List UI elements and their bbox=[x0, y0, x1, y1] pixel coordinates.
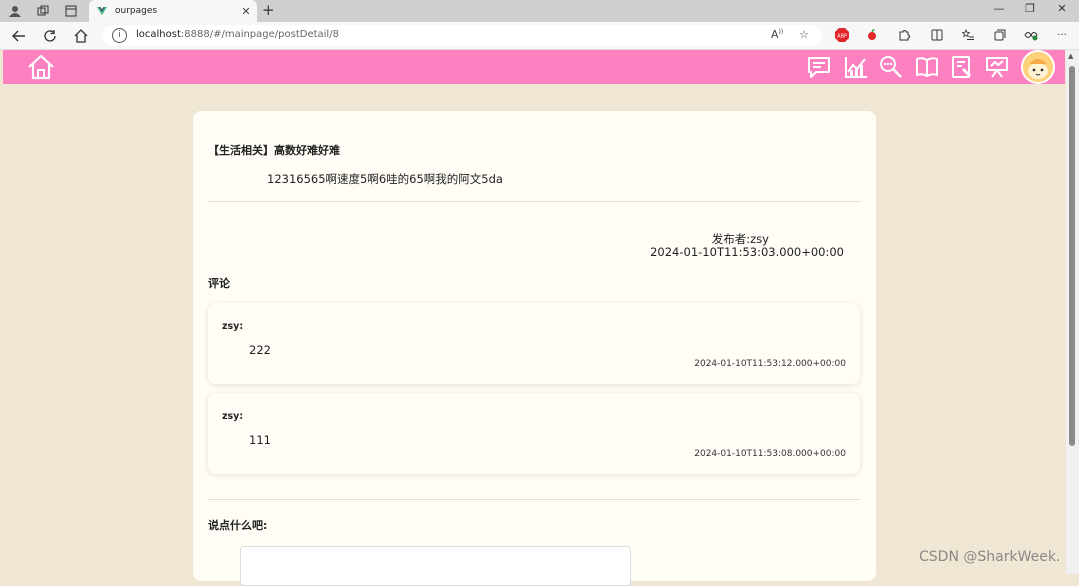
document-icon[interactable] bbox=[950, 55, 974, 79]
browser-tab-bar: ourpages ✕ + — ❐ ✕ bbox=[0, 0, 1079, 22]
comment-body: 111 bbox=[249, 433, 271, 447]
post-publish-time: 2024-01-10T11:53:03.000+00:00 bbox=[650, 245, 844, 259]
extensions-puzzle-icon[interactable] bbox=[896, 27, 912, 43]
split-screen-icon[interactable] bbox=[929, 27, 945, 43]
adblock-icon[interactable]: ABP bbox=[834, 27, 850, 43]
collections-icon[interactable] bbox=[992, 27, 1008, 43]
comment-input[interactable] bbox=[240, 546, 631, 586]
comments-heading: 评论 bbox=[208, 277, 230, 290]
tab-close-icon[interactable]: ✕ bbox=[239, 5, 253, 18]
vue-logo-icon bbox=[97, 7, 107, 15]
comment-card: zsy: 222 2024-01-10T11:53:12.000+00:00 bbox=[208, 303, 860, 384]
chat-icon[interactable] bbox=[807, 55, 831, 79]
divider bbox=[208, 499, 861, 500]
presentation-icon[interactable] bbox=[985, 55, 1009, 79]
user-avatar[interactable] bbox=[1021, 50, 1055, 84]
comment-author: zsy: bbox=[222, 411, 244, 422]
post-body: 12316565啊速度5啊6哇的65啊我的阿文5da bbox=[267, 172, 503, 186]
scroll-up-arrow-icon[interactable]: ▲ bbox=[1068, 52, 1073, 60]
refresh-icon[interactable] bbox=[40, 26, 60, 46]
book-icon[interactable] bbox=[915, 55, 939, 79]
post-detail-card: 【生活相关】高数好难好难 12316565啊速度5啊6哇的65啊我的阿文5da … bbox=[193, 111, 876, 586]
browser-tab[interactable]: ourpages ✕ bbox=[89, 0, 257, 22]
extension-red-icon[interactable] bbox=[864, 27, 880, 43]
scrollbar-thumb[interactable] bbox=[1069, 66, 1075, 446]
comment-time: 2024-01-10T11:53:08.000+00:00 bbox=[694, 449, 846, 459]
compose-heading: 说点什么吧: bbox=[208, 519, 268, 532]
profile-icon[interactable] bbox=[6, 2, 24, 20]
home-browser-icon[interactable] bbox=[71, 26, 91, 46]
favorite-star-icon[interactable]: ☆ bbox=[799, 28, 809, 41]
chart-icon[interactable] bbox=[844, 55, 868, 79]
tab-title: ourpages bbox=[115, 6, 158, 16]
comment-body: 222 bbox=[249, 343, 271, 357]
back-icon[interactable] bbox=[9, 26, 29, 46]
url-path: :8888/#/mainpage/postDetail/8 bbox=[180, 29, 339, 40]
read-aloud-icon[interactable]: A)) bbox=[771, 28, 783, 41]
site-info-icon[interactable]: i bbox=[112, 28, 127, 43]
tab-actions-icon[interactable] bbox=[62, 2, 80, 20]
watermark: CSDN @SharkWeek. bbox=[919, 549, 1061, 565]
url-host: localhost bbox=[136, 29, 181, 40]
post-title: 【生活相关】高数好难好难 bbox=[208, 144, 340, 157]
avatar-face-icon bbox=[1023, 52, 1053, 82]
search-icon[interactable] bbox=[879, 55, 903, 79]
home-icon[interactable] bbox=[27, 54, 55, 80]
divider bbox=[208, 201, 861, 202]
address-bar[interactable]: i localhost:8888/#/mainpage/postDetail/8… bbox=[102, 25, 822, 46]
workspaces-icon[interactable] bbox=[34, 2, 52, 20]
more-menu-icon[interactable]: ··· bbox=[1054, 27, 1070, 43]
new-tab-button[interactable]: + bbox=[262, 1, 275, 19]
copilot-icon[interactable] bbox=[1023, 27, 1039, 43]
favorites-list-icon[interactable] bbox=[960, 27, 976, 43]
minimize-button[interactable]: — bbox=[984, 2, 1014, 15]
url-text: localhost:8888/#/mainpage/postDetail/8 bbox=[136, 29, 339, 40]
comment-card: zsy: 111 2024-01-10T11:53:08.000+00:00 bbox=[208, 393, 860, 474]
restore-button[interactable]: ❐ bbox=[1015, 2, 1045, 15]
browser-toolbar: i localhost:8888/#/mainpage/postDetail/8… bbox=[0, 22, 1079, 50]
app-header bbox=[3, 50, 1065, 84]
svg-text:ABP: ABP bbox=[837, 34, 847, 40]
comment-author: zsy: bbox=[222, 321, 244, 332]
close-window-button[interactable]: ✕ bbox=[1047, 2, 1077, 15]
comment-time: 2024-01-10T11:53:12.000+00:00 bbox=[694, 359, 846, 369]
